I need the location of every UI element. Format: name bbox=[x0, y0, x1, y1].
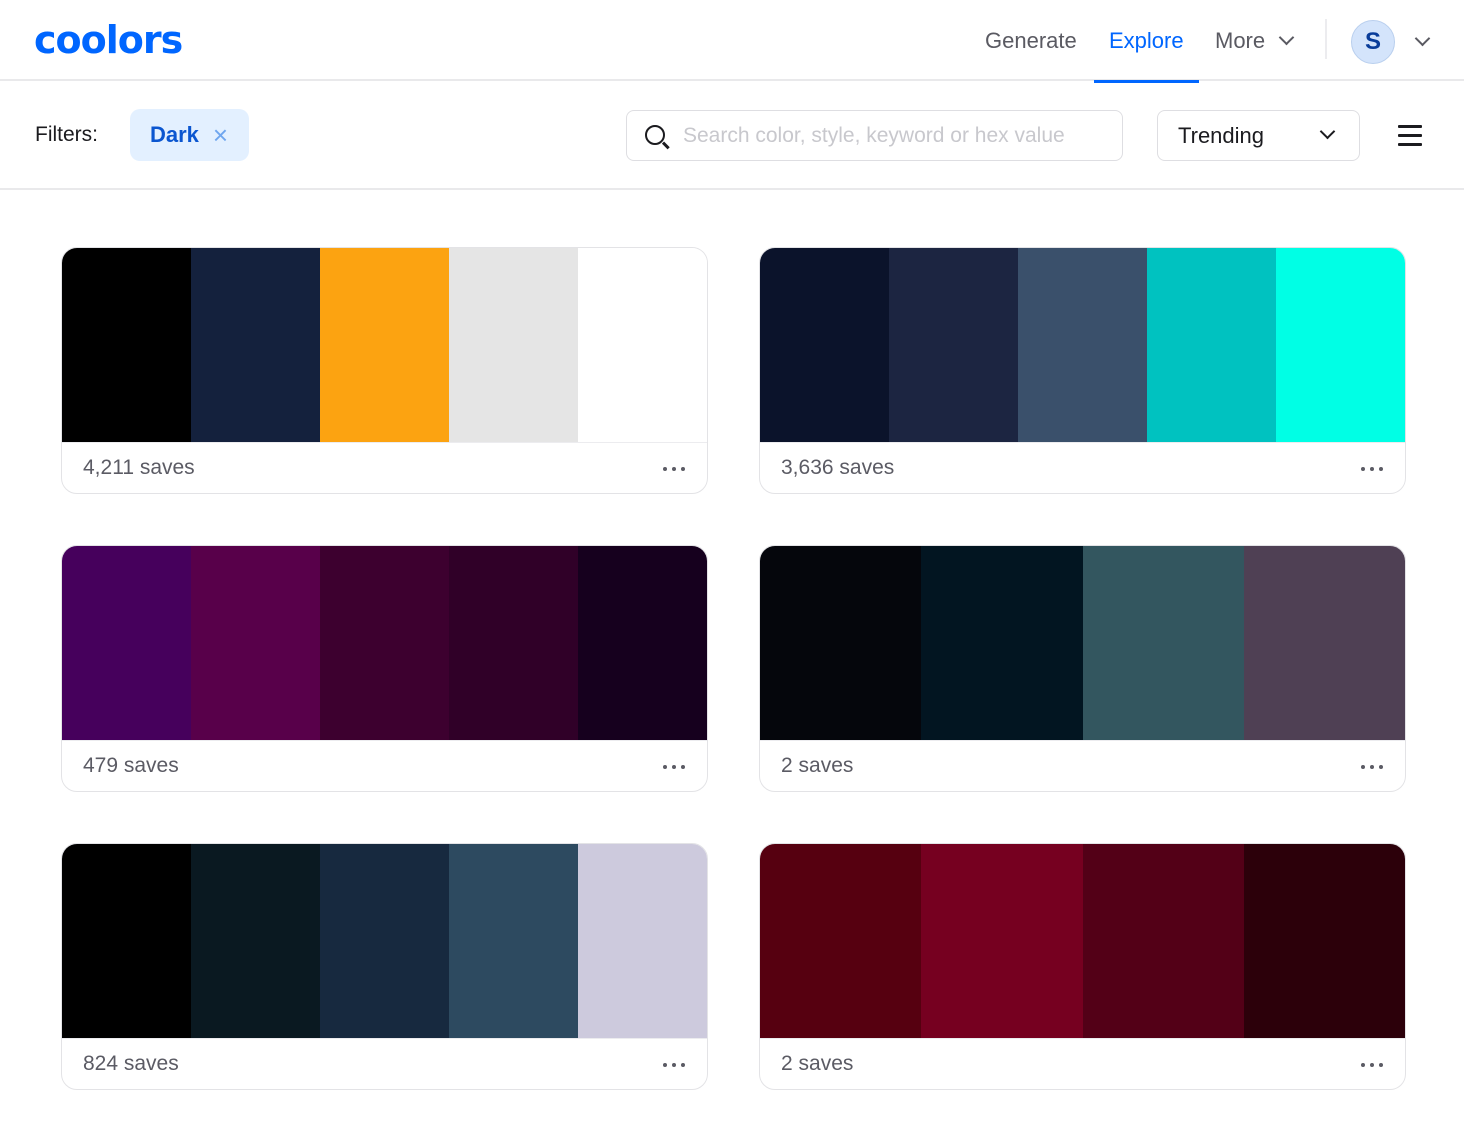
palette-footer: 479 saves bbox=[62, 740, 707, 791]
color-swatch[interactable] bbox=[1276, 248, 1405, 442]
nav-divider bbox=[1325, 19, 1327, 59]
color-swatch[interactable] bbox=[320, 546, 449, 740]
save-count: 4,211 saves bbox=[83, 456, 195, 479]
sort-selected: Trending bbox=[1178, 122, 1265, 148]
color-swatch[interactable] bbox=[1243, 546, 1405, 740]
save-count: 479 saves bbox=[83, 754, 179, 777]
nav-more[interactable]: More bbox=[1215, 0, 1295, 81]
palette-swatches bbox=[760, 248, 1405, 442]
color-swatch[interactable] bbox=[760, 248, 889, 442]
palette-footer: 3,636 saves bbox=[760, 442, 1405, 493]
color-swatch[interactable] bbox=[1018, 248, 1147, 442]
color-swatch[interactable] bbox=[191, 844, 320, 1038]
more-options-icon[interactable] bbox=[663, 765, 685, 769]
save-count: 824 saves bbox=[83, 1052, 179, 1075]
palette-card[interactable]: 2 saves bbox=[759, 545, 1406, 792]
filter-chip-dark[interactable]: Dark × bbox=[130, 109, 249, 161]
color-swatch[interactable] bbox=[191, 248, 320, 442]
close-icon[interactable]: × bbox=[213, 122, 228, 148]
save-count: 3,636 saves bbox=[781, 456, 895, 479]
color-swatch[interactable] bbox=[62, 248, 191, 442]
search-icon bbox=[645, 125, 665, 145]
nav-generate[interactable]: Generate bbox=[985, 0, 1077, 81]
color-swatch[interactable] bbox=[449, 844, 578, 1038]
avatar-initial: S bbox=[1364, 28, 1381, 55]
nav-explore[interactable]: Explore bbox=[1094, 0, 1199, 83]
color-swatch[interactable] bbox=[889, 248, 1018, 442]
hamburger-menu-icon[interactable] bbox=[1398, 125, 1422, 147]
color-swatch[interactable] bbox=[921, 546, 1083, 740]
color-swatch[interactable] bbox=[578, 546, 707, 740]
filter-chip-label: Dark bbox=[150, 122, 199, 147]
palette-card[interactable]: 824 saves bbox=[61, 843, 708, 1090]
more-options-icon[interactable] bbox=[1361, 765, 1383, 769]
top-header: coolors Generate Explore More S bbox=[0, 0, 1464, 83]
filters-label: Filters: bbox=[35, 123, 98, 146]
color-swatch[interactable] bbox=[760, 844, 922, 1038]
color-swatch[interactable] bbox=[62, 546, 191, 740]
palette-swatches bbox=[62, 844, 707, 1038]
more-options-icon[interactable] bbox=[663, 467, 685, 471]
color-swatch[interactable] bbox=[921, 844, 1083, 1038]
palette-swatches bbox=[62, 248, 707, 442]
palette-card[interactable]: 4,211 saves bbox=[61, 247, 708, 494]
search-box bbox=[626, 110, 1123, 161]
color-swatch[interactable] bbox=[1082, 546, 1244, 740]
palette-card[interactable]: 3,636 saves bbox=[759, 247, 1406, 494]
chevron-down-icon bbox=[1278, 29, 1295, 46]
search-input[interactable] bbox=[683, 119, 1113, 153]
more-options-icon[interactable] bbox=[663, 1063, 685, 1067]
palette-footer: 2 saves bbox=[760, 1038, 1405, 1089]
color-swatch[interactable] bbox=[1082, 844, 1244, 1038]
more-options-icon[interactable] bbox=[1361, 467, 1383, 471]
coolors-logo[interactable]: coolors bbox=[34, 18, 183, 62]
color-swatch[interactable] bbox=[578, 248, 707, 442]
palette-swatches bbox=[760, 844, 1405, 1038]
nav-generate-label: Generate bbox=[985, 27, 1077, 53]
palette-swatches bbox=[62, 546, 707, 740]
palette-card[interactable]: 479 saves bbox=[61, 545, 708, 792]
save-count: 2 saves bbox=[781, 1052, 854, 1075]
sort-dropdown[interactable]: Trending bbox=[1157, 110, 1360, 161]
user-avatar[interactable]: S bbox=[1351, 20, 1395, 64]
color-swatch[interactable] bbox=[449, 248, 578, 442]
color-swatch[interactable] bbox=[62, 844, 191, 1038]
account-chevron-down-icon[interactable] bbox=[1414, 30, 1431, 47]
color-swatch[interactable] bbox=[1147, 248, 1276, 442]
color-swatch[interactable] bbox=[760, 546, 922, 740]
palette-card[interactable]: 2 saves bbox=[759, 843, 1406, 1090]
filter-bar: Filters: Dark × Trending bbox=[0, 83, 1464, 190]
nav-explore-label: Explore bbox=[1109, 27, 1184, 53]
color-swatch[interactable] bbox=[449, 546, 578, 740]
color-swatch[interactable] bbox=[578, 844, 707, 1038]
chevron-down-icon bbox=[1319, 123, 1336, 140]
palette-footer: 824 saves bbox=[62, 1038, 707, 1089]
palette-footer: 4,211 saves bbox=[62, 442, 707, 493]
nav-more-label: More bbox=[1215, 27, 1266, 53]
color-swatch[interactable] bbox=[191, 546, 320, 740]
color-swatch[interactable] bbox=[1243, 844, 1405, 1038]
save-count: 2 saves bbox=[781, 754, 854, 777]
color-swatch[interactable] bbox=[320, 844, 449, 1038]
color-swatch[interactable] bbox=[320, 248, 449, 442]
palette-swatches bbox=[760, 546, 1405, 740]
more-options-icon[interactable] bbox=[1361, 1063, 1383, 1067]
palette-footer: 2 saves bbox=[760, 740, 1405, 791]
